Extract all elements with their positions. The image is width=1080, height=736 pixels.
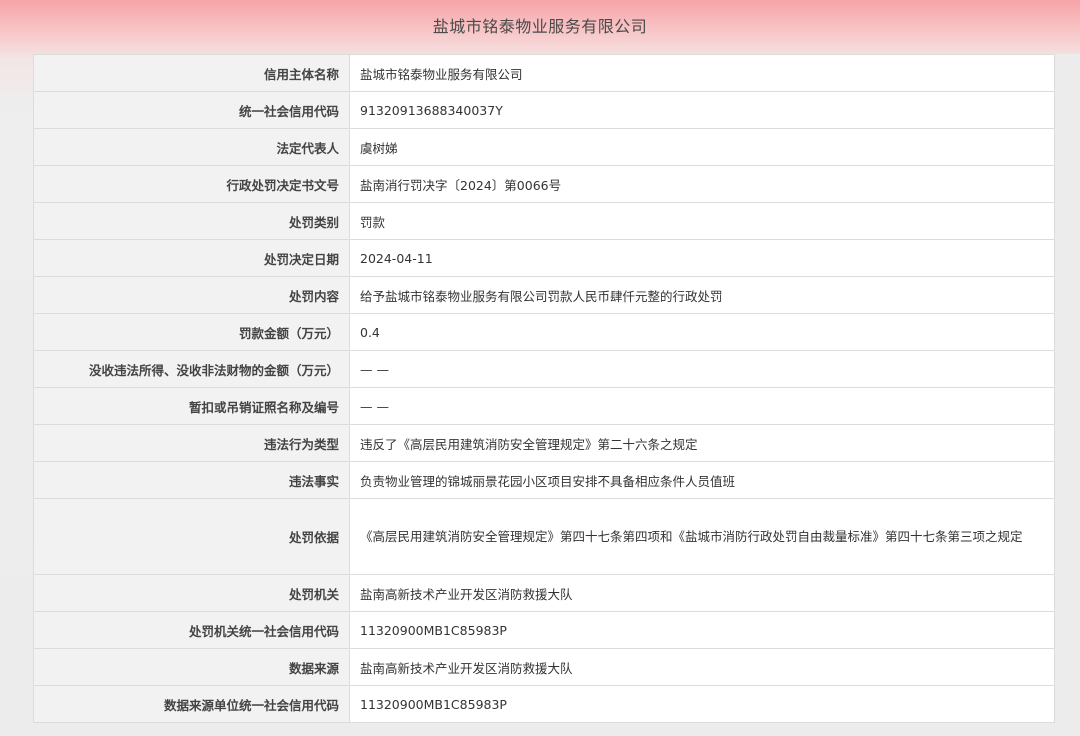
- table-row: 处罚决定日期 2024-04-11: [33, 239, 1055, 277]
- row-value-decision-date: 2024-04-11: [349, 239, 1055, 277]
- table-row: 行政处罚决定书文号 盐南消行罚决字〔2024〕第0066号: [33, 165, 1055, 203]
- row-label-legal-rep: 法定代表人: [33, 128, 350, 166]
- row-value-entity-name: 盐城市铭泰物业服务有限公司: [349, 54, 1055, 92]
- row-label-penalty-authority: 处罚机关: [33, 574, 350, 612]
- row-label-confiscation-amount: 没收违法所得、没收非法财物的金额（万元）: [33, 350, 350, 388]
- row-label-fine-amount: 罚款金额（万元）: [33, 313, 350, 351]
- table-row: 法定代表人 虞树娣: [33, 128, 1055, 166]
- row-value-license-suspension: — —: [349, 387, 1055, 425]
- row-value-legal-rep: 虞树娣: [349, 128, 1055, 166]
- row-value-penalty-type: 罚款: [349, 202, 1055, 240]
- row-value-fine-amount: 0.4: [349, 313, 1055, 351]
- row-label-license-suspension: 暂扣或吊销证照名称及编号: [33, 387, 350, 425]
- row-label-penalty-content: 处罚内容: [33, 276, 350, 314]
- row-value-violation-type: 违反了《高层民用建筑消防安全管理规定》第二十六条之规定: [349, 424, 1055, 462]
- row-value-penalty-authority: 盐南高新技术产业开发区消防救援大队: [349, 574, 1055, 612]
- page-background: 盐城市铭泰物业服务有限公司 信用主体名称 盐城市铭泰物业服务有限公司 统一社会信…: [0, 0, 1080, 736]
- table-row: 暂扣或吊销证照名称及编号 — —: [33, 387, 1055, 425]
- row-label-source-credit-code: 数据来源单位统一社会信用代码: [33, 685, 350, 723]
- table-row: 处罚机关统一社会信用代码 11320900MB1C85983P: [33, 611, 1055, 649]
- row-value-violation-facts: 负责物业管理的锦城丽景花园小区项目安排不具备相应条件人员值班: [349, 461, 1055, 499]
- row-value-confiscation-amount: — —: [349, 350, 1055, 388]
- table-row: 违法事实 负责物业管理的锦城丽景花园小区项目安排不具备相应条件人员值班: [33, 461, 1055, 499]
- row-value-authority-credit-code: 11320900MB1C85983P: [349, 611, 1055, 649]
- row-value-penalty-basis: 《高层民用建筑消防安全管理规定》第四十七条第四项和《盐城市消防行政处罚自由裁量标…: [349, 498, 1055, 575]
- page-title: 盐城市铭泰物业服务有限公司: [432, 17, 648, 36]
- table-row: 数据来源单位统一社会信用代码 11320900MB1C85983P: [33, 685, 1055, 723]
- row-label-entity-name: 信用主体名称: [33, 54, 350, 92]
- table-row: 违法行为类型 违反了《高层民用建筑消防安全管理规定》第二十六条之规定: [33, 424, 1055, 462]
- row-value-decision-number: 盐南消行罚决字〔2024〕第0066号: [349, 165, 1055, 203]
- table-row: 数据来源 盐南高新技术产业开发区消防救援大队: [33, 648, 1055, 686]
- credit-info-table: 信用主体名称 盐城市铭泰物业服务有限公司 统一社会信用代码 9132091368…: [33, 54, 1055, 723]
- row-label-authority-credit-code: 处罚机关统一社会信用代码: [33, 611, 350, 649]
- page-margin-right: [1055, 54, 1080, 736]
- row-value-penalty-content: 给予盐城市铭泰物业服务有限公司罚款人民币肆仟元整的行政处罚: [349, 276, 1055, 314]
- table-row: 信用主体名称 盐城市铭泰物业服务有限公司: [33, 54, 1055, 92]
- row-value-source-credit-code: 11320900MB1C85983P: [349, 685, 1055, 723]
- row-label-violation-facts: 违法事实: [33, 461, 350, 499]
- table-row: 处罚内容 给予盐城市铭泰物业服务有限公司罚款人民币肆仟元整的行政处罚: [33, 276, 1055, 314]
- table-row: 处罚依据 《高层民用建筑消防安全管理规定》第四十七条第四项和《盐城市消防行政处罚…: [33, 498, 1055, 575]
- row-label-penalty-type: 处罚类别: [33, 202, 350, 240]
- table-row: 处罚机关 盐南高新技术产业开发区消防救援大队: [33, 574, 1055, 612]
- table-row: 统一社会信用代码 91320913688340037Y: [33, 91, 1055, 129]
- table-row: 罚款金额（万元） 0.4: [33, 313, 1055, 351]
- row-label-credit-code: 统一社会信用代码: [33, 91, 350, 129]
- row-label-penalty-basis: 处罚依据: [33, 498, 350, 575]
- row-label-decision-date: 处罚决定日期: [33, 239, 350, 277]
- row-label-violation-type: 违法行为类型: [33, 424, 350, 462]
- row-value-data-source: 盐南高新技术产业开发区消防救援大队: [349, 648, 1055, 686]
- row-label-data-source: 数据来源: [33, 648, 350, 686]
- row-label-decision-number: 行政处罚决定书文号: [33, 165, 350, 203]
- table-row: 处罚类别 罚款: [33, 202, 1055, 240]
- row-value-credit-code: 91320913688340037Y: [349, 91, 1055, 129]
- table-row: 没收违法所得、没收非法财物的金额（万元） — —: [33, 350, 1055, 388]
